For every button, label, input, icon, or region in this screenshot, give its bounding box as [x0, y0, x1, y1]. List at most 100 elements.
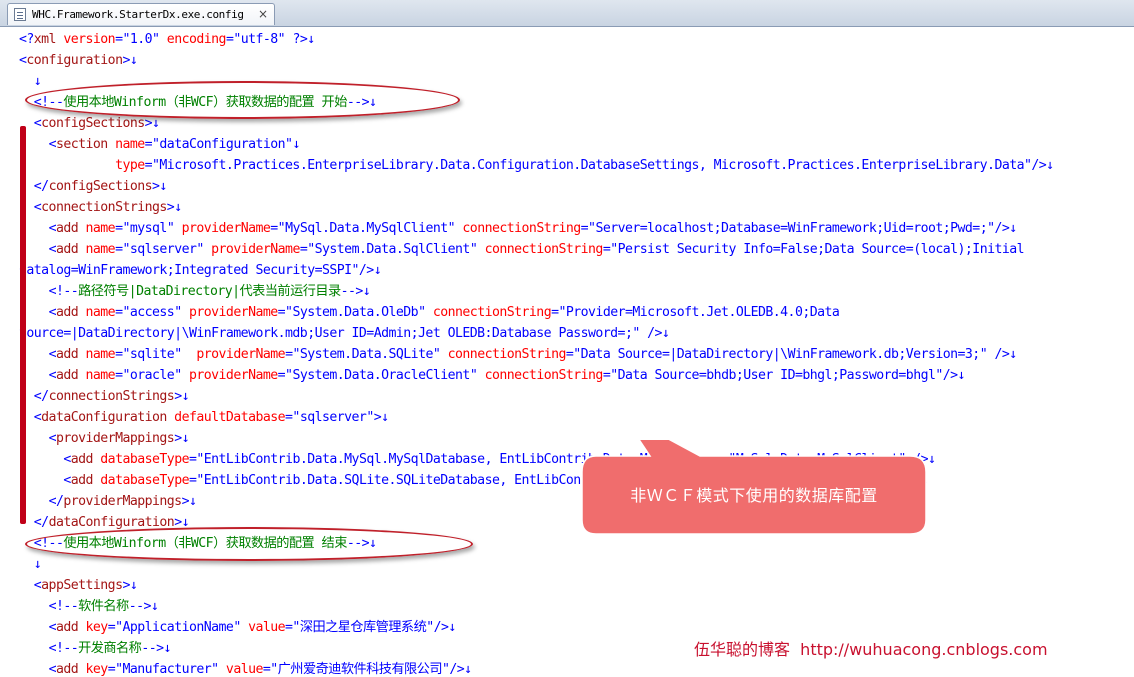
code-token: Provider=Microsoft.Jet.OLEDB.4.0;Data: [565, 305, 840, 320]
code-token: Server=localhost;Database=WinFramework;U…: [595, 221, 988, 236]
code-token: xml: [33, 32, 57, 47]
code-token: ↓: [188, 494, 197, 509]
document-icon: [14, 8, 26, 21]
code-token: =": [107, 620, 123, 635]
code-token: oracle: [129, 368, 175, 383]
code-token: connectionString: [477, 242, 604, 257]
code-token: =": [277, 305, 293, 320]
code-token: ↓: [174, 200, 182, 215]
code-token: 软件名称: [78, 599, 129, 614]
code-token: ": [211, 662, 219, 677]
code-token: ": [277, 32, 286, 47]
code-token: providerName: [174, 221, 271, 236]
code-token: value: [240, 620, 286, 635]
code-token: ": [632, 326, 640, 341]
code-token: Source=|DataDirectory|\WinFramework.mdb;…: [19, 326, 633, 341]
code-token: >: [122, 578, 130, 593]
code-token: =": [115, 368, 130, 383]
code-line: </connectionStrings>↓: [19, 386, 190, 407]
code-token: =": [262, 662, 278, 677]
code-token: name: [78, 221, 116, 236]
code-token: >: [144, 116, 153, 131]
code-token: />: [639, 326, 662, 341]
code-token: <!--: [48, 641, 79, 656]
code-token: =": [565, 347, 581, 362]
code-token: <: [48, 662, 57, 677]
code-token: />: [358, 263, 374, 278]
close-icon[interactable]: ×: [258, 7, 268, 21]
code-token: configSections: [48, 179, 153, 194]
code-token: utf-8: [240, 32, 279, 47]
code-token: <: [48, 242, 57, 257]
code-token: databaseType: [92, 452, 189, 467]
code-token: ↓: [129, 53, 138, 68]
code-token: ": [196, 242, 204, 257]
code-token: connectionString: [440, 347, 567, 362]
code-token: ↓: [307, 32, 315, 47]
code-line: <add name="sqlserver" providerName="Syst…: [19, 239, 1025, 260]
code-token: </: [33, 179, 49, 194]
code-token: configuration: [26, 53, 123, 68]
code-token: =": [225, 32, 241, 47]
code-token: defaultDatabase: [166, 410, 286, 425]
code-token: providerMappings: [63, 494, 182, 509]
code-token: ↓: [181, 431, 190, 446]
code-token: ↓: [152, 116, 160, 131]
code-token: ": [366, 410, 374, 425]
xml-editor[interactable]: <?xml version="1.0" encoding="utf-8" ?>↓…: [0, 27, 1134, 677]
code-token: Microsoft.Practices.EnterpriseLibrary.Da…: [159, 158, 1024, 173]
code-token: =": [285, 620, 300, 635]
code-token: Data Source=|DataDirectory|\WinFramework…: [580, 347, 981, 362]
code-line: <!--开发商名称-->↓: [19, 638, 172, 659]
code-token: =": [551, 305, 566, 320]
code-token: ↓: [181, 389, 190, 404]
code-token: section: [55, 137, 108, 152]
code-token: =": [188, 473, 204, 488]
code-token: ↓: [927, 452, 936, 467]
code-token: add: [55, 242, 79, 257]
code-token: add: [55, 662, 79, 677]
code-token: =": [299, 242, 315, 257]
code-token: -->: [340, 284, 364, 299]
code-token: ↓: [129, 578, 138, 593]
code-token: ↓: [150, 599, 159, 614]
code-token: key: [78, 620, 109, 635]
code-token: -->: [141, 641, 164, 656]
code-token: <: [48, 305, 57, 320]
code-token: ": [979, 347, 988, 362]
code-token: System.Data.SqlClient: [314, 242, 471, 257]
code-token: />: [987, 347, 1010, 362]
code-token: =": [115, 242, 130, 257]
code-token: <: [63, 452, 71, 467]
code-token: Data Source=bhdb;User ID=bhgl;Password=b…: [617, 368, 936, 383]
code-token: ": [233, 620, 241, 635]
code-token: =": [580, 221, 596, 236]
code-token: -->: [128, 599, 152, 614]
code-token: System.Data.OleDb: [292, 305, 419, 320]
code-token: ↓: [159, 179, 167, 194]
tab-config-file[interactable]: WHC.Framework.StarterDx.exe.config ×: [7, 3, 275, 25]
code-token: value: [218, 662, 264, 677]
code-token: sqlserver: [129, 242, 197, 257]
code-line: <!--软件名称-->↓: [19, 596, 159, 617]
code-token: =": [115, 305, 130, 320]
code-token: 1.0: [129, 32, 153, 47]
code-token: connectionString: [425, 305, 552, 320]
code-token: =": [285, 347, 300, 362]
code-token: ": [426, 620, 434, 635]
code-token: <!--: [48, 284, 79, 299]
code-token: </: [33, 389, 49, 404]
code-token: <: [48, 368, 57, 383]
code-token: >: [174, 389, 182, 404]
code-token: ↓: [1009, 221, 1017, 236]
code-token: version: [55, 32, 116, 47]
code-token: add: [70, 452, 94, 467]
code-token: providerName: [181, 347, 286, 362]
code-token: ↓: [33, 74, 42, 89]
code-token: ↓: [1009, 347, 1017, 362]
code-token: <!--: [48, 599, 79, 614]
